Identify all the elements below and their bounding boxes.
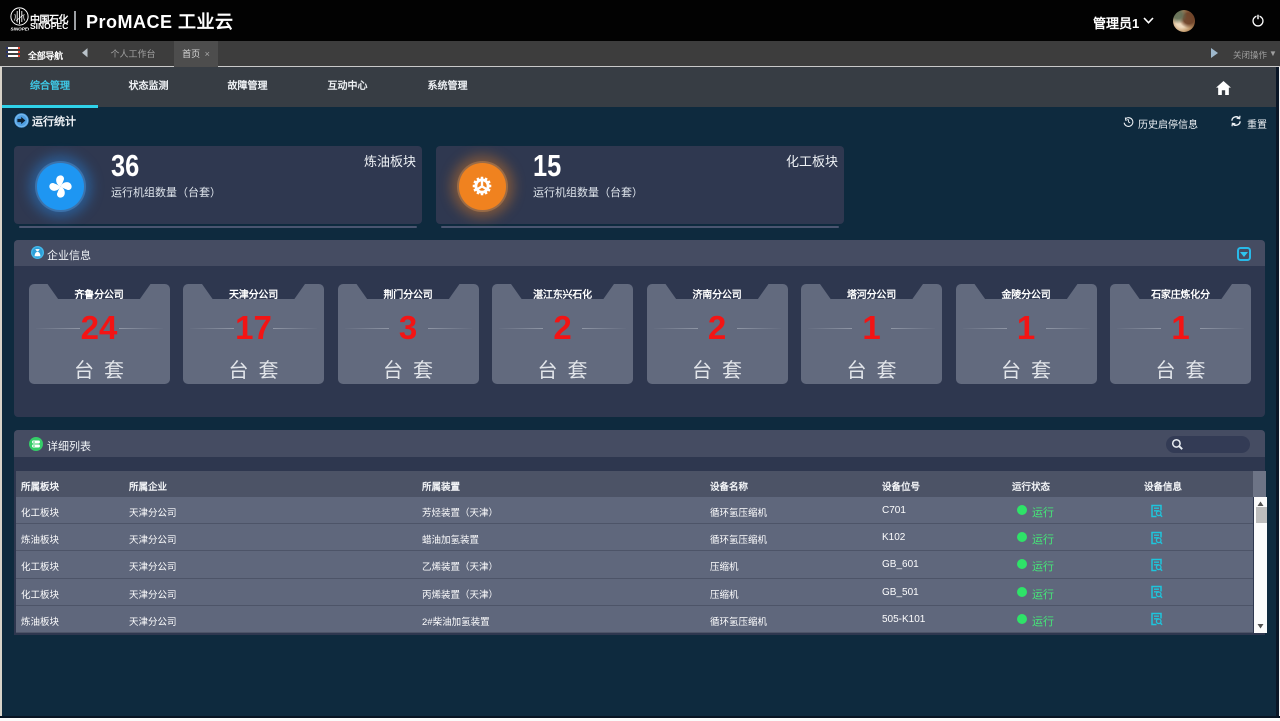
svg-text:SINOPEC: SINOPEC bbox=[10, 27, 29, 32]
